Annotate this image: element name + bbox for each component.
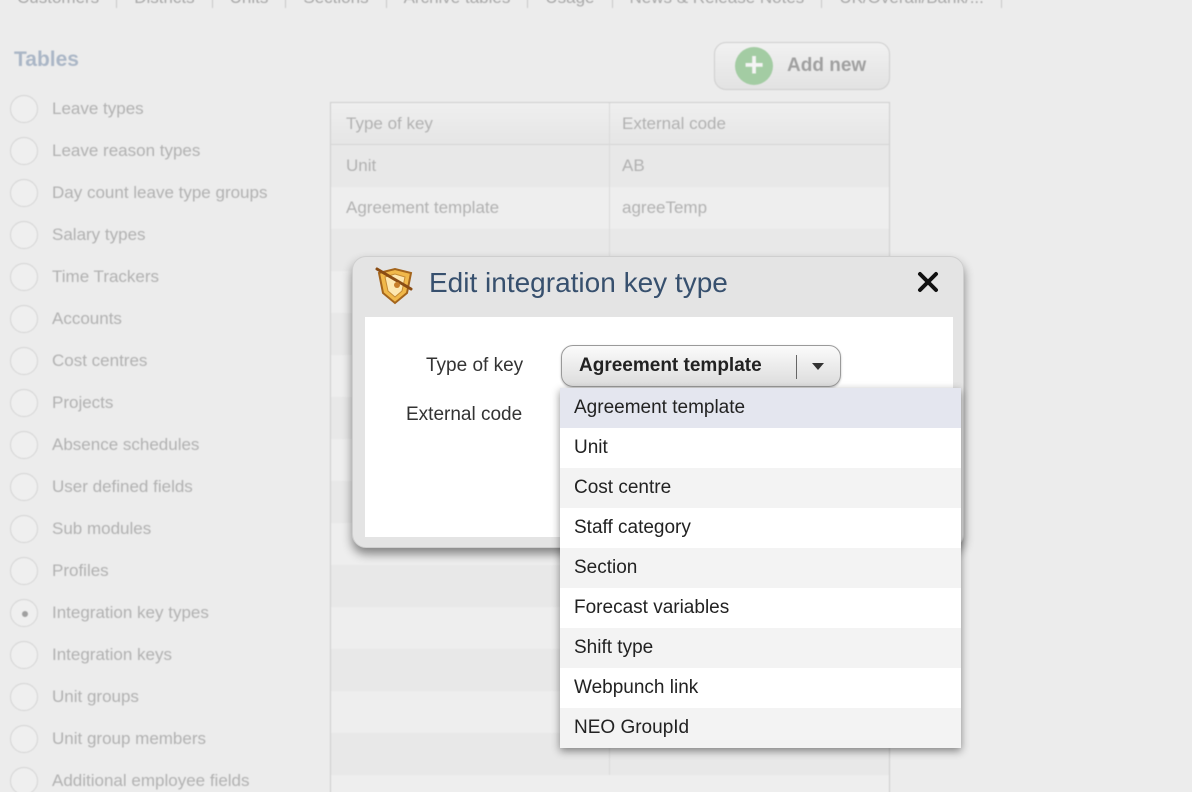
cell-external-code: AB bbox=[622, 156, 645, 175]
nav-tab[interactable]: Customers bbox=[0, 0, 118, 8]
radio-button[interactable] bbox=[10, 95, 38, 123]
chevron-down-icon[interactable] bbox=[812, 363, 824, 370]
dropdown-option[interactable]: Unit bbox=[560, 428, 961, 468]
sidebar-item-label: User defined fields bbox=[52, 477, 193, 496]
top-navigation: CustomersDistrictsUnitsSectionsArchive t… bbox=[0, 0, 1192, 8]
sidebar-item-label: Unit groups bbox=[52, 687, 139, 706]
dropdown-option[interactable]: Shift type bbox=[560, 628, 961, 668]
sidebar-item[interactable]: Integration keys bbox=[10, 634, 267, 676]
table-header-row: Type of key External code bbox=[331, 103, 889, 145]
radio-button[interactable] bbox=[10, 179, 38, 207]
sidebar-item-label: Projects bbox=[52, 393, 114, 412]
dropdown-option[interactable]: Section bbox=[560, 548, 961, 588]
type-of-key-select[interactable]: Agreement template bbox=[561, 345, 841, 387]
radio-button[interactable] bbox=[10, 683, 38, 711]
table-row[interactable]: Agreement template agreeTemp bbox=[331, 187, 889, 229]
nav-tab[interactable]: UK/Overall/Bank/... bbox=[822, 0, 1002, 8]
radio-button[interactable] bbox=[10, 473, 38, 501]
sidebar-item-label: Leave types bbox=[52, 99, 144, 118]
type-of-key-selected-value: Agreement template bbox=[579, 355, 762, 376]
sidebar-item-label: Unit group members bbox=[52, 729, 207, 748]
sidebar-item[interactable]: Salary types bbox=[10, 214, 267, 256]
sidebar-item[interactable]: Additional employee fields bbox=[10, 760, 267, 792]
sidebar-item[interactable]: Leave types bbox=[10, 88, 267, 130]
nav-tab[interactable]: Units bbox=[213, 0, 287, 8]
sidebar-item-label: Time Trackers bbox=[52, 267, 160, 286]
sidebar-item-label: Profiles bbox=[52, 561, 109, 580]
sidebar-item[interactable]: Cost centres bbox=[10, 340, 267, 382]
nav-tab[interactable]: Archive tables bbox=[387, 0, 529, 8]
sidebar-item-label: Additional employee fields bbox=[52, 771, 250, 790]
radio-button[interactable] bbox=[10, 431, 38, 459]
tables-heading: Tables bbox=[14, 48, 79, 71]
tables-list: Leave types Leave reason types Day count l… bbox=[10, 88, 267, 792]
add-new-label: Add new bbox=[787, 55, 867, 76]
sidebar-item-label: Cost centres bbox=[52, 351, 148, 370]
add-new-button[interactable]: + Add new bbox=[714, 42, 890, 90]
dropdown-option[interactable]: Webpunch link bbox=[560, 668, 961, 708]
sidebar-item[interactable]: Absence schedules bbox=[10, 424, 267, 466]
cell-external-code: agreeTemp bbox=[622, 198, 708, 217]
dropdown-option[interactable]: Staff category bbox=[560, 508, 961, 548]
table-row[interactable]: Unit AB bbox=[331, 145, 889, 187]
radio-button[interactable] bbox=[10, 263, 38, 291]
sidebar-item[interactable]: Unit groups bbox=[10, 676, 267, 718]
nav-tab[interactable]: Districts bbox=[117, 0, 213, 8]
sidebar-item-label: Integration keys bbox=[52, 645, 173, 664]
radio-button[interactable] bbox=[10, 725, 38, 753]
radio-button[interactable] bbox=[10, 137, 38, 165]
sidebar-item-label: Integration key types bbox=[52, 603, 209, 622]
sidebar-item-label: Accounts bbox=[52, 309, 122, 328]
badge-edit-icon bbox=[375, 267, 413, 305]
sidebar-item-label: Day count leave type groups bbox=[52, 183, 268, 202]
sidebar-item[interactable]: Profiles bbox=[10, 550, 267, 592]
column-header-type-of-key[interactable]: Type of key bbox=[331, 103, 610, 144]
radio-button[interactable] bbox=[10, 557, 38, 585]
sidebar-item-label: Salary types bbox=[52, 225, 146, 244]
radio-button[interactable] bbox=[10, 515, 38, 543]
sidebar-item[interactable]: Integration key types bbox=[10, 592, 267, 634]
radio-button[interactable] bbox=[10, 767, 38, 792]
dropdown-option[interactable]: Forecast variables bbox=[560, 588, 961, 628]
select-divider bbox=[796, 355, 797, 379]
sidebar-item[interactable]: User defined fields bbox=[10, 466, 267, 508]
sidebar-item[interactable]: Projects bbox=[10, 382, 267, 424]
sidebar-item[interactable]: Accounts bbox=[10, 298, 267, 340]
cell-type-of-key: Agreement template bbox=[331, 187, 610, 229]
sidebar-item-label: Sub modules bbox=[52, 519, 152, 538]
radio-button[interactable] bbox=[10, 305, 38, 333]
close-icon[interactable] bbox=[915, 269, 941, 295]
dropdown-option[interactable]: Cost centre bbox=[560, 468, 961, 508]
radio-button[interactable] bbox=[10, 389, 38, 417]
radio-button[interactable] bbox=[10, 641, 38, 669]
sidebar-item[interactable]: Day count leave type groups bbox=[10, 172, 267, 214]
dropdown-option[interactable]: NEO GroupId bbox=[560, 708, 961, 748]
nav-tab[interactable]: Usage bbox=[528, 0, 613, 8]
dialog-title: Edit integration key type bbox=[429, 267, 728, 298]
sidebar-item[interactable]: Time Trackers bbox=[10, 256, 267, 298]
external-code-label: External code bbox=[406, 404, 523, 425]
sidebar-item-label: Leave reason types bbox=[52, 141, 201, 160]
sidebar-item[interactable]: Sub modules bbox=[10, 508, 267, 550]
sidebar-item[interactable]: Leave reason types bbox=[10, 130, 267, 172]
radio-button[interactable] bbox=[10, 221, 38, 249]
dropdown-option[interactable]: Agreement template bbox=[560, 388, 961, 428]
nav-tab[interactable]: Sections bbox=[286, 0, 387, 8]
radio-button[interactable] bbox=[10, 347, 38, 375]
sidebar-item-label: Absence schedules bbox=[52, 435, 200, 454]
sidebar-item[interactable]: Unit group members bbox=[10, 718, 267, 760]
nav-tab[interactable]: News & Release Notes bbox=[613, 0, 823, 8]
type-of-key-dropdown: Agreement template Unit Cost centre Staff c… bbox=[560, 388, 961, 748]
column-header-external-code[interactable]: External code bbox=[610, 103, 889, 144]
type-of-key-label: Type of key bbox=[426, 355, 524, 376]
cell-type-of-key: Unit bbox=[331, 145, 610, 187]
plus-icon: + bbox=[735, 47, 773, 85]
radio-button[interactable] bbox=[10, 599, 38, 627]
